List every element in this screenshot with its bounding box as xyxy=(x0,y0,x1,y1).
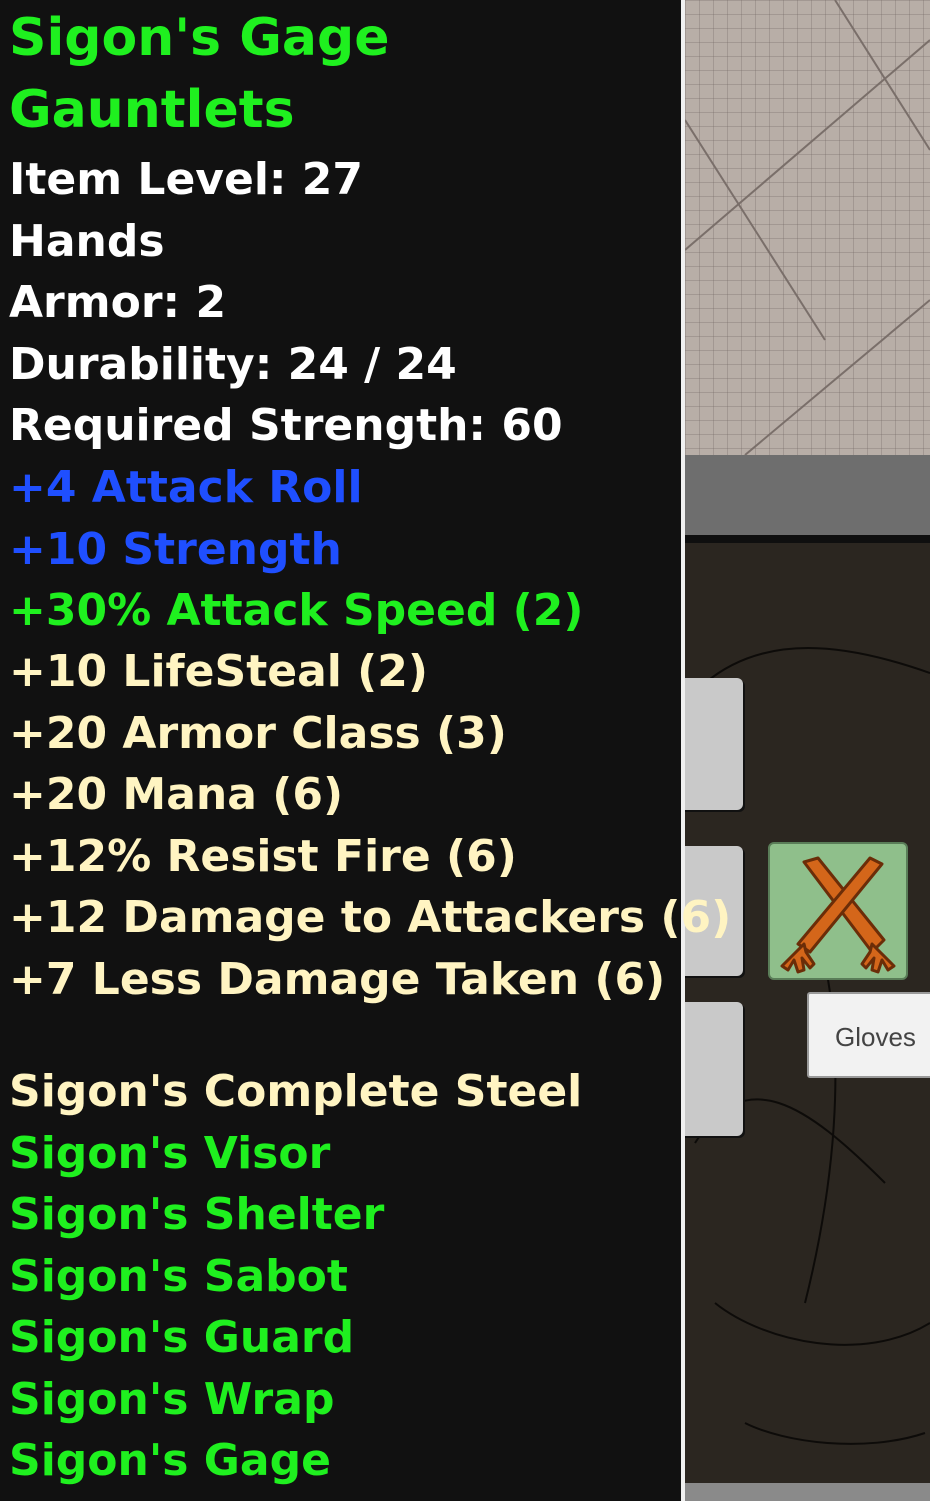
slot-tooltip: Gloves xyxy=(807,992,930,1078)
set-piece: Sigon's Shelter xyxy=(9,1189,385,1240)
floor-lines xyxy=(685,0,930,455)
grid-floor xyxy=(685,0,930,455)
set-piece: Sigon's Gage xyxy=(9,1435,331,1486)
bottom-bar xyxy=(685,1483,930,1501)
item-slot-type: Hands xyxy=(9,216,165,267)
item-tooltip-panel: Sigon's Gage Gauntlets Item Level: 27 Ha… xyxy=(0,0,731,1501)
magic-affix: +4 Attack Roll xyxy=(9,462,363,513)
gloves-icon xyxy=(780,856,896,974)
set-bonus: +20 Mana (6) xyxy=(9,769,344,820)
weapon-slot[interactable] xyxy=(685,678,743,810)
magic-affix: +10 Strength xyxy=(9,524,342,575)
set-piece: Sigon's Sabot xyxy=(9,1251,348,1302)
set-piece: Sigon's Visor xyxy=(9,1128,331,1179)
ring-slot[interactable] xyxy=(685,1002,743,1136)
set-piece: Sigon's Guard xyxy=(9,1312,355,1363)
item-durability: Durability: 24 / 24 xyxy=(9,339,457,390)
set-name: Sigon's Complete Steel xyxy=(9,1066,583,1117)
item-armor: Armor: 2 xyxy=(9,277,227,328)
set-piece: Sigon's Wrap xyxy=(9,1374,335,1425)
game-world-view: Gloves xyxy=(685,0,930,1501)
item-required-strength: Required Strength: 60 xyxy=(9,400,563,451)
gloves-slot[interactable] xyxy=(768,842,908,980)
set-bonus-active: +30% Attack Speed (2) xyxy=(9,585,584,636)
set-bonus: +7 Less Damage Taken (6) xyxy=(9,954,666,1005)
game-screen: Gloves Sigon's Gage Gauntlets Item Level… xyxy=(0,0,930,1501)
item-base-type: Gauntlets xyxy=(9,80,295,140)
set-bonus: +12 Damage to Attackers (6) xyxy=(9,892,732,943)
item-level: Item Level: 27 xyxy=(9,154,364,205)
panel-header-bar xyxy=(685,455,930,535)
set-bonus: +12% Resist Fire (6) xyxy=(9,831,517,882)
set-bonus: +20 Armor Class (3) xyxy=(9,708,507,759)
panel-divider xyxy=(685,535,930,543)
item-name: Sigon's Gage xyxy=(9,8,390,68)
set-bonus: +10 LifeSteal (2) xyxy=(9,646,429,697)
